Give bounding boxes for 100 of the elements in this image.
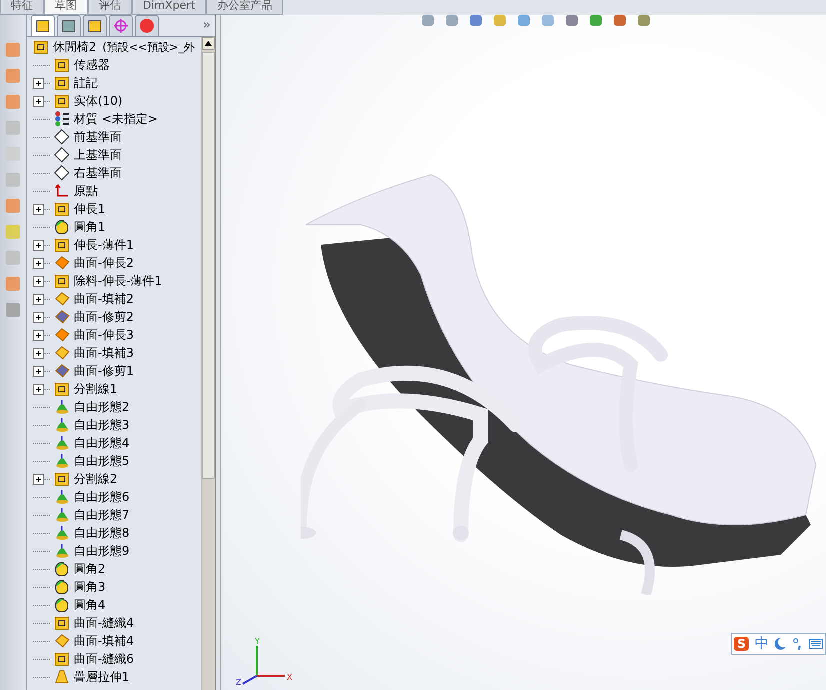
split-icon xyxy=(54,381,70,397)
expand-toggle[interactable] xyxy=(33,294,44,304)
tree-item[interactable]: 註記 xyxy=(74,74,98,92)
tree-item[interactable]: 前基準面 xyxy=(74,128,122,146)
tree-item[interactable]: 分割線1 xyxy=(74,380,118,398)
tree-item[interactable]: 疊層拉伸1 xyxy=(74,668,130,686)
tree-item[interactable]: 曲面-修剪2 xyxy=(74,308,134,326)
freeform-icon xyxy=(54,543,70,559)
tree-item[interactable]: 曲面-填補3 xyxy=(74,344,134,362)
tree-item[interactable]: 除料-伸長-薄件1 xyxy=(74,272,162,290)
expand-toggle[interactable] xyxy=(33,78,44,88)
surface-icon xyxy=(54,255,70,271)
punctuation-icon[interactable] xyxy=(793,637,803,651)
command-tab[interactable]: 特征 xyxy=(0,0,44,15)
scrollbar[interactable] xyxy=(201,37,215,690)
annotation-icon xyxy=(54,75,70,91)
fill-icon xyxy=(54,633,70,649)
tree-item[interactable]: 材質 <未指定> xyxy=(74,110,158,128)
tree-item[interactable]: 圓角2 xyxy=(74,560,106,578)
tree-item[interactable]: 自由形態3 xyxy=(74,416,130,434)
knit-icon xyxy=(54,615,70,631)
command-tab[interactable]: 草图 xyxy=(44,0,88,15)
plane-icon xyxy=(54,147,70,163)
extrude-icon xyxy=(54,201,70,217)
fillet-icon xyxy=(54,219,70,235)
tree-item[interactable]: 曲面-伸長2 xyxy=(74,254,134,272)
trim-icon xyxy=(54,309,70,325)
tree-item[interactable]: 伸長-薄件1 xyxy=(74,236,134,254)
fillet-icon xyxy=(54,579,70,595)
tree-item[interactable]: 原點 xyxy=(74,182,98,200)
expand-toggle[interactable] xyxy=(33,474,44,484)
tree-item[interactable]: 实体(10) xyxy=(74,92,123,110)
ime-mode[interactable]: 中 xyxy=(755,635,769,653)
keyboard-icon[interactable] xyxy=(809,638,823,650)
tree-item[interactable]: 上基準面 xyxy=(74,146,122,164)
expand-toggle[interactable] xyxy=(33,276,44,286)
tree-item[interactable]: 右基準面 xyxy=(74,164,122,182)
tree-item[interactable]: 圓角1 xyxy=(74,218,106,236)
ime-logo[interactable]: S xyxy=(734,637,749,651)
plane-icon xyxy=(54,165,70,181)
knit-icon xyxy=(54,651,70,667)
tree-item[interactable]: 曲面-縫織6 xyxy=(74,650,134,668)
tree-item[interactable]: 曲面-伸長3 xyxy=(74,326,134,344)
tree-item[interactable]: 曲面-縫織4 xyxy=(74,614,134,632)
panel-tab[interactable] xyxy=(83,15,107,36)
expand-toggle[interactable] xyxy=(33,312,44,322)
freeform-icon xyxy=(54,489,70,505)
moon-icon[interactable] xyxy=(775,637,787,651)
loft-icon xyxy=(54,669,70,685)
body-icon xyxy=(54,93,70,109)
trim-icon xyxy=(54,363,70,379)
freeform-icon xyxy=(54,417,70,433)
tree-item[interactable]: 分割線2 xyxy=(74,470,118,488)
tree-item[interactable]: 自由形態5 xyxy=(74,452,130,470)
fillet-icon xyxy=(54,561,70,577)
extrude-icon xyxy=(54,237,70,253)
expand-toggle[interactable] xyxy=(33,384,44,394)
tree-item[interactable]: 自由形態2 xyxy=(74,398,130,416)
panel-tab[interactable] xyxy=(109,15,133,36)
tree-item[interactable]: 自由形態4 xyxy=(74,434,130,452)
tree-item[interactable]: 曲面-修剪1 xyxy=(74,362,134,380)
scroll-up-icon[interactable] xyxy=(205,41,212,46)
expand-toggle[interactable] xyxy=(33,240,44,250)
fill-icon xyxy=(54,345,70,361)
expand-toggle[interactable] xyxy=(33,204,44,214)
cut-icon xyxy=(54,273,70,289)
part-name[interactable]: 休閒椅2 xyxy=(53,38,97,56)
tree-item[interactable]: 曲面-填補4 xyxy=(74,632,134,650)
tree-item[interactable]: 圓角3 xyxy=(74,578,106,596)
command-tab[interactable]: 办公室产品 xyxy=(206,0,284,15)
tree-item[interactable]: 曲面-填補2 xyxy=(74,290,134,308)
freeform-icon xyxy=(54,525,70,541)
tree-item[interactable]: 圓角4 xyxy=(74,596,106,614)
freeform-icon xyxy=(54,453,70,469)
more-tabs-button[interactable]: » xyxy=(203,18,211,33)
split-icon xyxy=(54,471,70,487)
axis-triad-drawing: Y X Z xyxy=(235,636,295,686)
expand-toggle[interactable] xyxy=(33,96,44,106)
tree-item[interactable]: 自由形態9 xyxy=(74,542,130,560)
crosshair-icon xyxy=(113,18,129,34)
expand-toggle[interactable] xyxy=(33,258,44,268)
tree-item[interactable]: 自由形態7 xyxy=(74,506,130,524)
extrude-icon xyxy=(33,39,49,55)
freeform-icon xyxy=(54,399,70,415)
expand-toggle[interactable] xyxy=(33,330,44,340)
configuration-name: (預設<<預設>_外 xyxy=(102,40,196,54)
expand-toggle[interactable] xyxy=(33,366,44,376)
material-icon xyxy=(54,111,70,127)
sensor-icon xyxy=(54,57,70,73)
expand-toggle[interactable] xyxy=(33,348,44,358)
panel-tab[interactable] xyxy=(57,15,81,36)
tree-item[interactable]: 传感器 xyxy=(74,56,110,74)
panel-tab[interactable] xyxy=(31,15,55,36)
tree-item[interactable]: 自由形態8 xyxy=(74,524,130,542)
command-tab[interactable]: DimXpert xyxy=(132,0,206,15)
tree-item[interactable]: 伸長1 xyxy=(74,200,106,218)
plane-icon xyxy=(54,129,70,145)
command-tab[interactable]: 评估 xyxy=(88,0,132,15)
tree-item[interactable]: 自由形態6 xyxy=(74,488,130,506)
fill-icon xyxy=(54,291,70,307)
